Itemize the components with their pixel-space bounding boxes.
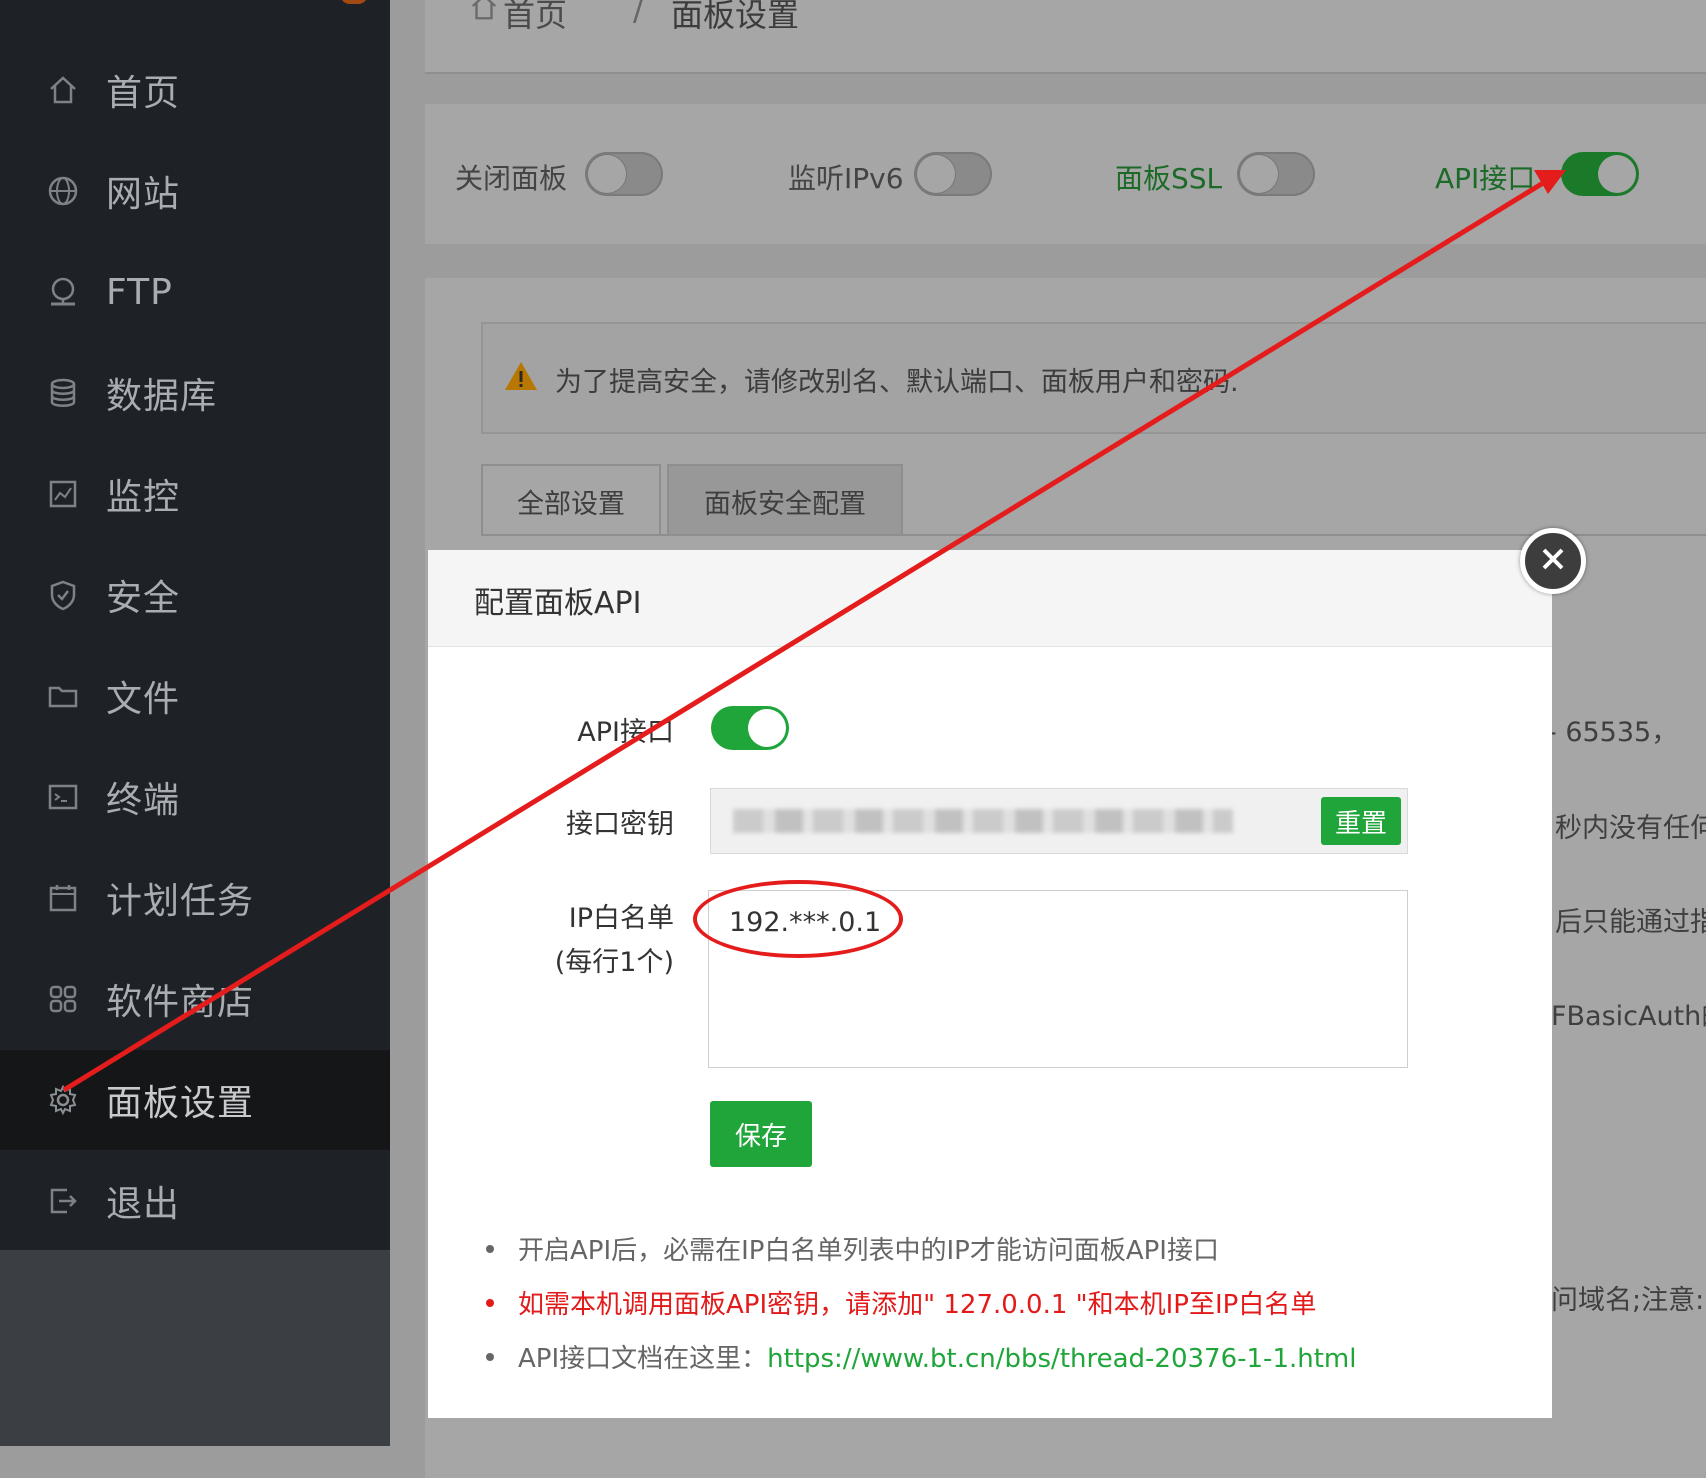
toggle-label-ssl: 面板SSL	[1115, 162, 1223, 195]
sidebar-item-ftp[interactable]: FTP	[0, 242, 390, 342]
breadcrumb-separator: /	[633, 0, 644, 28]
sidebar-item-store[interactable]: 软件商店	[0, 949, 390, 1049]
bg-timeout-hint: 秒内没有任何	[1555, 813, 1706, 844]
sidebar-item-home[interactable]: 首页	[0, 40, 390, 140]
api-key-blurred	[733, 809, 1233, 833]
sidebar-item-settings[interactable]: 面板设置	[0, 1050, 390, 1150]
tab-all-settings[interactable]: 全部设置	[481, 464, 661, 536]
sidebar-item-label: FTP	[106, 271, 173, 313]
sidebar-item-label: 网站	[106, 174, 181, 215]
ip-whitelist-label: IP白名单	[568, 903, 674, 934]
sidebar-item-label: 数据库	[106, 376, 218, 417]
sidebar-item-label: 终端	[106, 780, 181, 821]
gear-icon	[46, 1083, 80, 1117]
folder-icon	[46, 679, 80, 713]
bg-bind-hint: 后只能通过指定	[1555, 907, 1706, 938]
bg-port-hint: - 65535，	[1547, 717, 1679, 748]
sidebar-item-website[interactable]: 网站	[0, 141, 390, 241]
sidebar-item-label: 安全	[106, 578, 181, 619]
save-button[interactable]: 保存	[710, 1101, 812, 1167]
breadcrumb: 首页 / 面板设置	[425, 0, 1706, 74]
monitor-icon	[46, 477, 80, 511]
notification-dot	[340, 0, 368, 4]
database-icon	[46, 376, 80, 410]
sidebar-item-label: 面板设置	[106, 1083, 255, 1124]
sidebar-item-terminal[interactable]: 终端	[0, 747, 390, 847]
sidebar-item-files[interactable]: 文件	[0, 646, 390, 746]
warning-icon	[503, 360, 539, 396]
api-doc-link[interactable]: https://www.bt.cn/bbs/thread-20376-1-1.h…	[767, 1344, 1356, 1374]
security-alert: 为了提高安全，请修改别名、默认端口、面板用户和密码.	[481, 322, 1706, 434]
breadcrumb-home[interactable]: 首页	[503, 0, 567, 36]
bg-auth-hint: FBasicAuth的	[1551, 1001, 1706, 1032]
tip-item: 开启API后，必需在IP白名单列表中的IP才能访问面板API接口	[480, 1230, 1540, 1284]
sidebar: 首页 网站 FTP 数据库 监控 安全 文件 终端 计划任务 软件商店 面板设置	[0, 0, 390, 1446]
home-icon	[46, 73, 80, 107]
tips-list: 开启API后，必需在IP白名单列表中的IP才能访问面板API接口 如需本机调用面…	[480, 1230, 1540, 1392]
toggle-label-ipv6: 监听IPv6	[788, 162, 904, 195]
shield-icon	[46, 578, 80, 612]
key-label: 接口密钥	[566, 809, 674, 840]
ftp-icon	[46, 275, 80, 309]
sidebar-item-label: 退出	[106, 1184, 181, 1225]
api-key-field[interactable]: 重置	[710, 788, 1408, 854]
tab-security-config[interactable]: 面板安全配置	[667, 464, 903, 536]
sidebar-item-database[interactable]: 数据库	[0, 343, 390, 443]
api-label: API接口	[577, 717, 674, 748]
sidebar-item-logout[interactable]: 退出	[0, 1151, 390, 1251]
annotation-circle	[693, 880, 903, 958]
sidebar-item-label: 文件	[106, 679, 181, 720]
ip-whitelist-sublabel: (每行1个)	[554, 947, 674, 978]
sidebar-item-cron[interactable]: 计划任务	[0, 848, 390, 948]
sidebar-item-label: 监控	[106, 477, 181, 518]
api-enable-switch[interactable]	[711, 706, 789, 750]
toggle-bar: 关闭面板 监听IPv6 面板SSL API接口	[425, 104, 1706, 244]
reset-key-button[interactable]: 重置	[1321, 797, 1401, 845]
tip-item: 如需本机调用面板API密钥，请添加" 127.0.0.1 "和本机IP至IP白名…	[480, 1284, 1540, 1338]
close-dialog-button[interactable]	[1520, 528, 1586, 594]
close-panel-switch[interactable]	[585, 152, 663, 196]
home-icon	[469, 0, 499, 26]
dialog-title: 配置面板API	[474, 586, 642, 621]
dialog-header: 配置面板API	[428, 550, 1552, 647]
sidebar-item-label: 计划任务	[106, 881, 255, 922]
toggle-label-close-panel: 关闭面板	[455, 162, 568, 195]
sidebar-item-security[interactable]: 安全	[0, 545, 390, 645]
terminal-icon	[46, 780, 80, 814]
bg-domain-hint: 问域名;注意:	[1551, 1285, 1705, 1316]
api-switch[interactable]	[1561, 152, 1639, 196]
globe-icon	[46, 174, 80, 208]
api-config-dialog: 配置面板API API接口 接口密钥 重置 IP白名单 (每行1个) 192.*…	[428, 550, 1552, 1418]
ssl-switch[interactable]	[1237, 152, 1315, 196]
alert-text: 为了提高安全，请修改别名、默认端口、面板用户和密码.	[555, 367, 1239, 398]
toggle-label-api: API接口	[1435, 162, 1536, 195]
breadcrumb-current: 面板设置	[671, 0, 800, 34]
grid-icon	[46, 982, 80, 1016]
sidebar-item-label: 首页	[106, 73, 181, 114]
calendar-icon	[46, 881, 80, 915]
logout-icon	[46, 1184, 80, 1218]
sidebar-item-monitor[interactable]: 监控	[0, 444, 390, 544]
close-icon	[1540, 546, 1566, 576]
ipv6-switch[interactable]	[914, 152, 992, 196]
sidebar-item-label: 软件商店	[106, 982, 255, 1023]
tip-item: API接口文档在这里：https://www.bt.cn/bbs/thread-…	[480, 1338, 1540, 1392]
